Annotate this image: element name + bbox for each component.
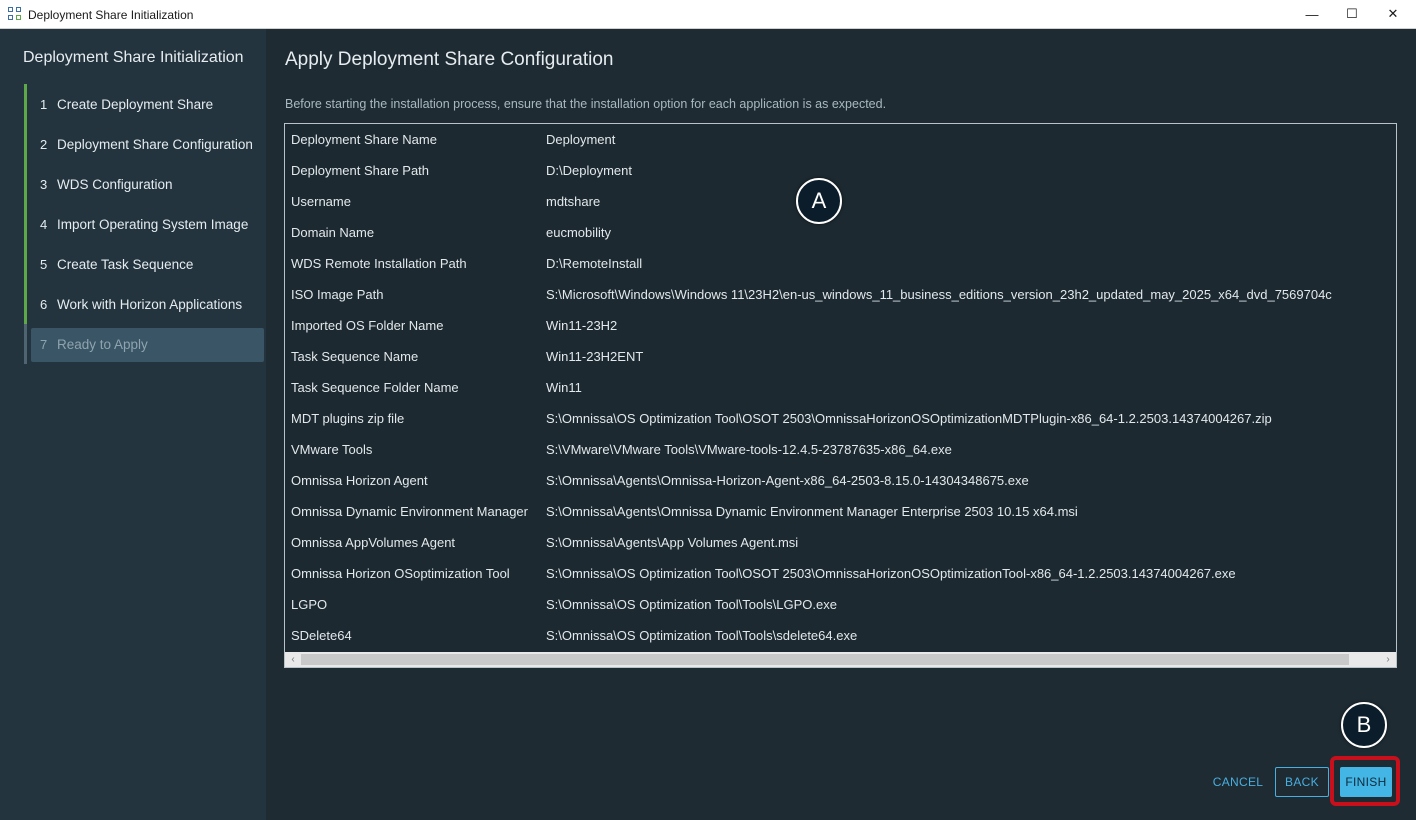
window-title: Deployment Share Initialization: [28, 8, 194, 22]
table-row: WDS Remote Installation Path D:\RemoteIns…: [285, 248, 1396, 279]
scroll-left-icon[interactable]: ‹: [285, 652, 301, 667]
table-row: LGPO S:\Omnissa\OS Optimization Tool\Tool…: [285, 589, 1396, 620]
row-key: Username: [291, 194, 351, 209]
row-value: S:\Omnissa\OS Optimization Tool\Tools\sd…: [546, 628, 858, 643]
row-key: VMware Tools: [291, 442, 373, 457]
row-key: Omnissa Dynamic Environment Manager: [291, 504, 528, 519]
row-key: Imported OS Folder Name: [291, 318, 444, 333]
table-row: Omnissa Horizon Agent S:\Omnissa\Agents\O…: [285, 465, 1396, 496]
step-label: Import Operating System Image: [57, 216, 249, 232]
row-key: Task Sequence Name: [291, 349, 419, 364]
row-key: Omnissa Horizon Agent: [291, 473, 428, 488]
row-value: D:\Deployment: [546, 163, 632, 178]
table-row: Deployment Share Path D:\Deployment: [285, 155, 1396, 186]
row-key: Deployment Share Path: [291, 163, 430, 178]
step-import-os-image[interactable]: 4 Import Operating System Image: [24, 204, 266, 244]
title-bar: Deployment Share Initialization — ☐ ✕: [0, 0, 1416, 29]
table-row: Task Sequence Name Win11-23H2ENT: [285, 341, 1396, 372]
row-value: Win11: [546, 380, 582, 395]
step-label: Deployment Share Configuration: [57, 136, 253, 152]
step-create-task-sequence[interactable]: 5 Create Task Sequence: [24, 244, 266, 284]
row-value: S:\Omnissa\Agents\Omnissa-Horizon-Agent-…: [546, 473, 1029, 488]
sidebar-title: Deployment Share Initialization: [23, 49, 244, 66]
wizard-sidebar: Deployment Share Initialization 1 Create…: [0, 29, 266, 820]
table-row: Omnissa AppVolumes Agent S:\Omnissa\Agent…: [285, 527, 1396, 558]
maximize-button[interactable]: ☐: [1329, 0, 1375, 28]
step-number: 7: [40, 336, 48, 352]
finish-button[interactable]: FINISH: [1340, 767, 1392, 797]
row-value: Win11-23H2: [546, 318, 618, 333]
step-horizon-applications[interactable]: 6 Work with Horizon Applications: [24, 284, 266, 324]
callout-a: A: [796, 178, 842, 224]
row-value: eucmobility: [546, 225, 612, 240]
cancel-button[interactable]: CANCEL: [1205, 768, 1271, 796]
wizard-steps: 1 Create Deployment Share 2 Deployment S…: [24, 84, 266, 364]
row-key: Omnissa Horizon OSoptimization Tool: [291, 566, 510, 581]
table-row: Omnissa Dynamic Environment Manager S:\Om…: [285, 496, 1396, 527]
step-label: Work with Horizon Applications: [57, 296, 243, 312]
page-description: Before starting the installation process…: [285, 97, 887, 111]
step-number: 1: [40, 96, 48, 112]
row-key: Task Sequence Folder Name: [291, 380, 459, 395]
table-row: MDT plugins zip file S:\Omnissa\OS Optimi…: [285, 403, 1396, 434]
step-number: 6: [40, 296, 48, 312]
row-key: SDelete64: [291, 628, 352, 643]
row-value: S:\Omnissa\OS Optimization Tool\OSOT 250…: [546, 411, 1272, 426]
row-value: Win11-23H2ENT: [546, 349, 644, 364]
step-number: 5: [40, 256, 48, 272]
step-label: Create Task Sequence: [57, 256, 194, 272]
step-create-deployment-share[interactable]: 1 Create Deployment Share: [24, 84, 266, 124]
row-key: Deployment Share Name: [291, 132, 437, 147]
app-icon: [8, 7, 22, 21]
step-label: Ready to Apply: [57, 336, 148, 352]
step-label: WDS Configuration: [57, 176, 173, 192]
row-value: S:\Omnissa\OS Optimization Tool\Tools\LG…: [546, 597, 837, 612]
main-panel: Apply Deployment Share Configuration Bef…: [266, 29, 1416, 820]
row-value: S:\Omnissa\Agents\Omnissa Dynamic Enviro…: [546, 504, 1078, 519]
row-value: S:\Microsoft\Windows\Windows 11\23H2\en-…: [546, 287, 1332, 302]
row-key: Domain Name: [291, 225, 375, 240]
table-row: SDelete64 S:\Omnissa\OS Optimization Tool…: [285, 620, 1396, 651]
row-value: Deployment: [546, 132, 616, 147]
step-wds-configuration[interactable]: 3 WDS Configuration: [24, 164, 266, 204]
row-value: S:\Omnissa\OS Optimization Tool\OSOT 250…: [546, 566, 1236, 581]
table-row: Domain Name eucmobility: [285, 217, 1396, 248]
row-value: D:\RemoteInstall: [546, 256, 643, 271]
row-value: S:\Omnissa\Agents\App Volumes Agent.msi: [546, 535, 799, 550]
scroll-right-icon[interactable]: ›: [1380, 652, 1396, 667]
table-row: VMware Tools S:\VMware\VMware Tools\VMwar…: [285, 434, 1396, 465]
table-row: Omnissa Horizon OSoptimization Tool S:\Om…: [285, 558, 1396, 589]
scrollbar-thumb[interactable]: [301, 654, 1349, 665]
table-row: Deployment Share Name Deployment: [285, 124, 1396, 155]
step-ready-to-apply[interactable]: 7 Ready to Apply: [24, 324, 266, 364]
step-number: 4: [40, 216, 48, 232]
row-key: LGPO: [291, 597, 328, 612]
step-label: Create Deployment Share: [57, 96, 214, 112]
callout-b: B: [1341, 702, 1387, 748]
table-row: Task Sequence Folder Name Win11: [285, 372, 1396, 403]
row-key: WDS Remote Installation Path: [291, 256, 467, 271]
table-row: ISO Image Path S:\Microsoft\Windows\Windo…: [285, 279, 1396, 310]
close-button[interactable]: ✕: [1370, 0, 1416, 28]
back-button[interactable]: BACK: [1275, 767, 1329, 797]
step-number: 3: [40, 176, 48, 192]
row-value: mdtshare: [546, 194, 601, 209]
row-value: S:\VMware\VMware Tools\VMware-tools-12.4…: [546, 442, 952, 457]
row-key: ISO Image Path: [291, 287, 384, 302]
row-key: Omnissa AppVolumes Agent: [291, 535, 456, 550]
horizontal-scrollbar[interactable]: ‹ ›: [285, 652, 1396, 667]
row-key: MDT plugins zip file: [291, 411, 405, 426]
step-deployment-share-configuration[interactable]: 2 Deployment Share Configuration: [24, 124, 266, 164]
page-title: Apply Deployment Share Configuration: [285, 49, 614, 70]
table-row: Imported OS Folder Name Win11-23H2: [285, 310, 1396, 341]
step-number: 2: [40, 136, 48, 152]
